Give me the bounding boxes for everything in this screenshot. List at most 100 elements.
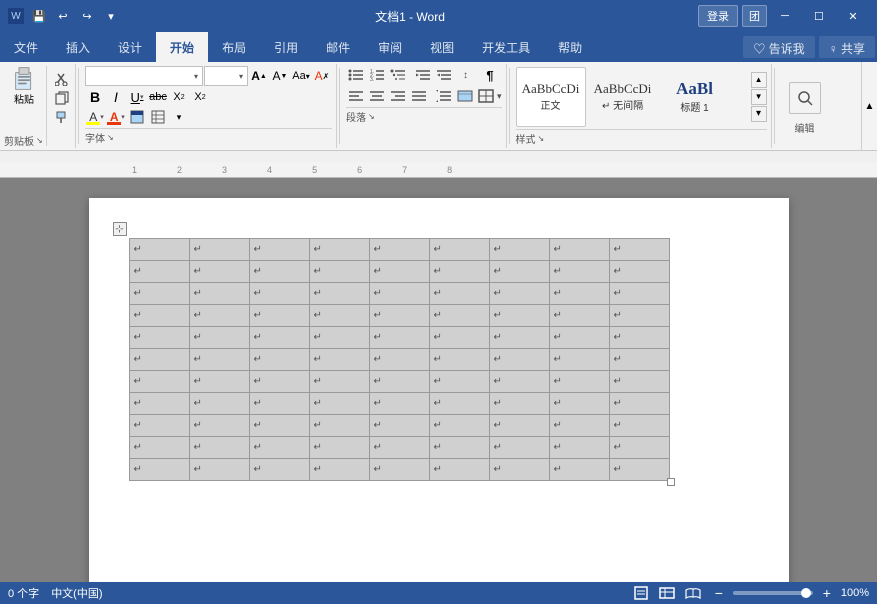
table-cell[interactable]: ↵ <box>549 283 609 305</box>
tab-layout[interactable]: 布局 <box>208 32 260 62</box>
shading-button[interactable] <box>455 87 475 105</box>
table-cell[interactable]: ↵ <box>429 261 489 283</box>
redo-quick-btn[interactable]: ↪ <box>76 5 98 27</box>
table-cell[interactable]: ↵ <box>129 393 189 415</box>
search-button[interactable] <box>789 82 821 114</box>
table-cell[interactable]: ↵ <box>189 283 249 305</box>
customize-quick-btn[interactable]: ▾ <box>100 5 122 27</box>
table-cell[interactable]: ↵ <box>129 261 189 283</box>
table-cell[interactable]: ↵ <box>609 305 669 327</box>
paste-button[interactable]: 粘贴 <box>6 66 42 106</box>
tab-mailings[interactable]: 邮件 <box>312 32 364 62</box>
clear-format-button[interactable]: A✗ <box>312 67 332 85</box>
table-cell[interactable]: ↵ <box>189 437 249 459</box>
table-cell[interactable]: ↵ <box>609 327 669 349</box>
table-cell[interactable]: ↵ <box>249 437 309 459</box>
table-cell[interactable]: ↵ <box>369 371 429 393</box>
table-cell[interactable]: ↵ <box>489 261 549 283</box>
tab-developer[interactable]: 开发工具 <box>468 32 544 62</box>
table-cell[interactable]: ↵ <box>309 459 369 481</box>
table-cell[interactable]: ↵ <box>309 437 369 459</box>
expand-button[interactable]: 团 <box>742 5 767 27</box>
tab-help[interactable]: 帮助 <box>544 32 596 62</box>
table-cell[interactable]: ↵ <box>189 459 249 481</box>
table-cell[interactable]: ↵ <box>189 305 249 327</box>
tab-view[interactable]: 视图 <box>416 32 468 62</box>
table-cell[interactable]: ↵ <box>549 371 609 393</box>
numbering-button[interactable]: 1. 2. 3. <box>367 66 387 84</box>
table-cell[interactable]: ↵ <box>549 459 609 481</box>
zoom-slider[interactable] <box>733 591 813 595</box>
save-quick-btn[interactable]: 💾 <box>28 5 50 27</box>
table-cell[interactable]: ↵ <box>249 239 309 261</box>
table-cell[interactable]: ↵ <box>369 415 429 437</box>
table-cell[interactable]: ↵ <box>189 415 249 437</box>
table-cell[interactable]: ↵ <box>189 349 249 371</box>
table-cell[interactable]: ↵ <box>369 261 429 283</box>
table-cell[interactable]: ↵ <box>549 437 609 459</box>
table-move-handle[interactable]: ⊹ <box>113 222 127 236</box>
table-cell[interactable]: ↵ <box>249 371 309 393</box>
italic-button[interactable]: I <box>106 88 126 106</box>
table-cell[interactable]: ↵ <box>489 459 549 481</box>
table-cell[interactable]: ↵ <box>369 239 429 261</box>
table-cell[interactable]: ↵ <box>309 349 369 371</box>
table-cell[interactable]: ↵ <box>309 371 369 393</box>
table-cell[interactable]: ↵ <box>489 415 549 437</box>
font-expand-icon[interactable]: ↘ <box>107 133 114 142</box>
font-name-selector[interactable]: ▾ <box>85 66 203 86</box>
table-cell[interactable]: ↵ <box>549 305 609 327</box>
zoom-in-btn[interactable]: + <box>817 584 837 602</box>
table-cell[interactable]: ↵ <box>309 393 369 415</box>
tab-review[interactable]: 审阅 <box>364 32 416 62</box>
table-cell[interactable]: ↵ <box>309 283 369 305</box>
table-cell[interactable]: ↵ <box>429 349 489 371</box>
table-cell[interactable]: ↵ <box>369 305 429 327</box>
table-cell[interactable]: ↵ <box>429 283 489 305</box>
table-cell[interactable]: ↵ <box>189 327 249 349</box>
styles-expand-icon[interactable]: ↘ <box>538 134 545 143</box>
read-mode-btn[interactable] <box>683 584 703 602</box>
table-cell[interactable]: ↵ <box>489 371 549 393</box>
table-cell[interactable]: ↵ <box>429 393 489 415</box>
format-painter-button[interactable] <box>51 108 73 126</box>
styles-scroll-down[interactable]: ▼ <box>751 89 767 105</box>
login-button[interactable]: 登录 <box>698 5 738 27</box>
align-center-button[interactable] <box>367 87 387 105</box>
tab-insert[interactable]: 插入 <box>52 32 104 62</box>
table-cell[interactable]: ↵ <box>189 239 249 261</box>
table-cell[interactable]: ↵ <box>429 415 489 437</box>
table-cell[interactable]: ↵ <box>129 283 189 305</box>
table-cell[interactable]: ↵ <box>489 239 549 261</box>
paragraph-expand-icon[interactable]: ↘ <box>368 112 375 121</box>
table-cell[interactable]: ↵ <box>369 283 429 305</box>
table-cell[interactable]: ↵ <box>309 261 369 283</box>
zoom-thumb[interactable] <box>801 588 811 598</box>
table-cell[interactable]: ↵ <box>549 393 609 415</box>
table-cell[interactable]: ↵ <box>549 415 609 437</box>
table-cell[interactable]: ↵ <box>429 327 489 349</box>
table-cell[interactable]: ↵ <box>309 239 369 261</box>
table-cell[interactable]: ↵ <box>429 239 489 261</box>
table-cell[interactable]: ↵ <box>249 305 309 327</box>
font-color-button[interactable]: A ▾ <box>106 108 126 126</box>
table-cell[interactable]: ↵ <box>189 393 249 415</box>
minimize-button[interactable]: ─ <box>769 0 801 32</box>
table-cell[interactable]: ↵ <box>489 305 549 327</box>
styles-scroll-up[interactable]: ▲ <box>751 72 767 88</box>
font-size-selector[interactable]: ▾ <box>204 66 248 86</box>
bold-button[interactable]: B <box>85 88 105 106</box>
table-cell[interactable]: ↵ <box>129 349 189 371</box>
show-marks-button[interactable]: ¶ <box>480 66 500 84</box>
font-size-dropdown-icon[interactable]: ▾ <box>239 72 243 81</box>
table-cell[interactable]: ↵ <box>549 349 609 371</box>
table-cell[interactable]: ↵ <box>609 415 669 437</box>
table-cell[interactable]: ↵ <box>489 393 549 415</box>
strikethrough-button[interactable]: abc <box>148 88 168 106</box>
web-layout-btn[interactable] <box>657 584 677 602</box>
table-cell[interactable]: ↵ <box>249 459 309 481</box>
table-cell[interactable]: ↵ <box>309 305 369 327</box>
table-cell[interactable]: ↵ <box>189 371 249 393</box>
copy-button[interactable] <box>51 89 73 107</box>
clipboard-expand-icon[interactable]: ↘ <box>36 136 43 145</box>
